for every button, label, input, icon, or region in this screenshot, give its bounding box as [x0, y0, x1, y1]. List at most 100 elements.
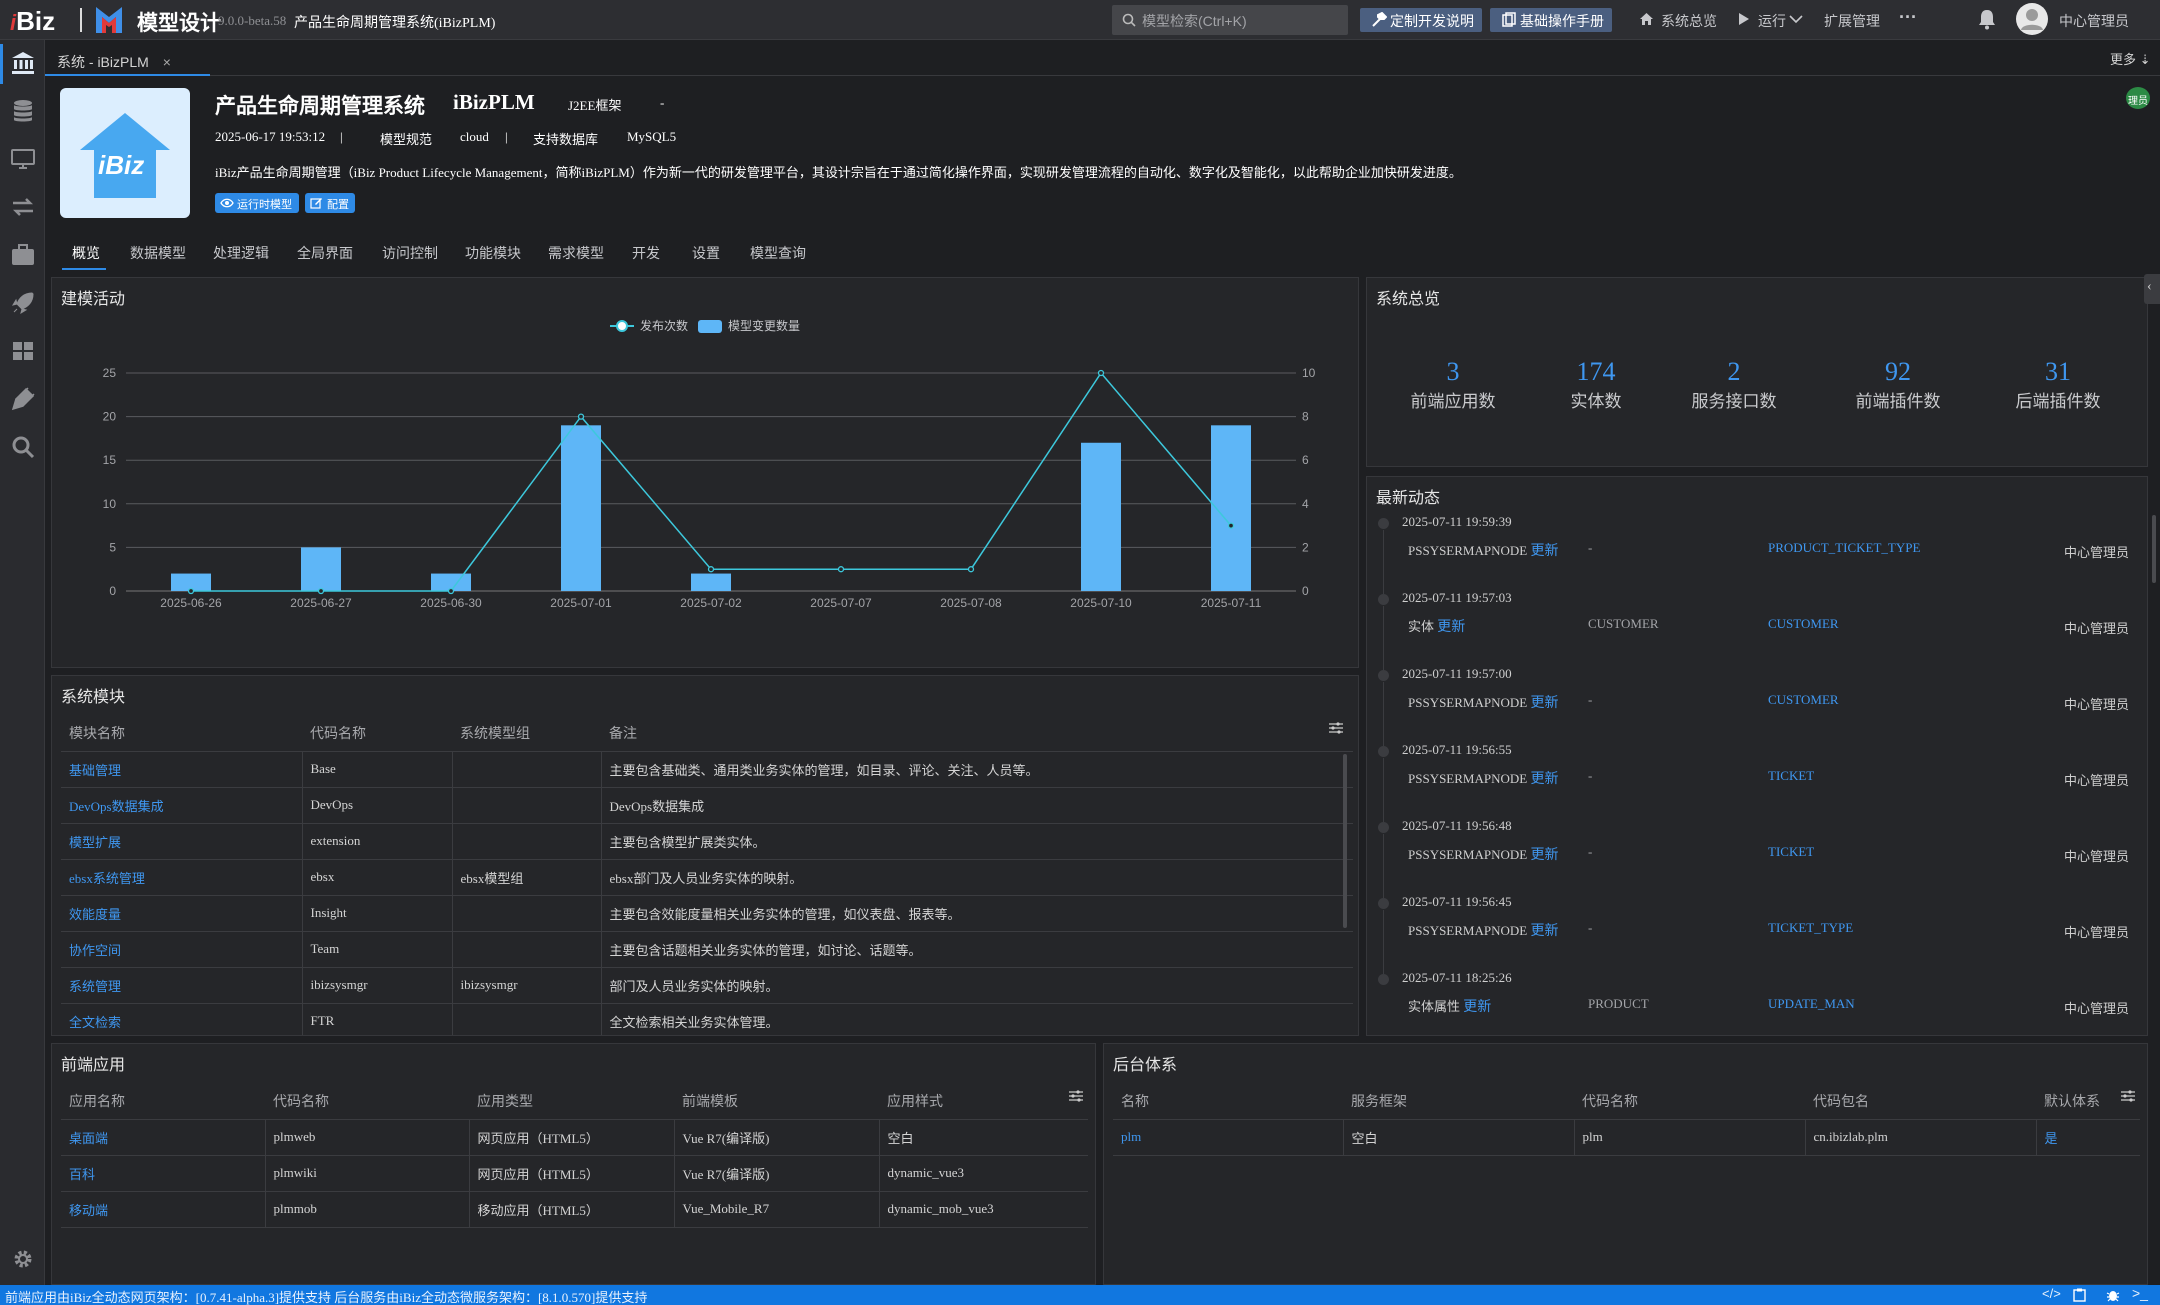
feed-object-link[interactable]: CUSTOMER — [1768, 692, 1839, 708]
column-header[interactable]: 代码名称 — [1574, 1083, 1805, 1120]
sync-icon[interactable] — [10, 194, 36, 220]
line-point[interactable] — [447, 587, 455, 595]
table-settings-icon[interactable] — [2121, 1090, 2135, 1102]
table-row[interactable]: 百科 plmwiki 网页应用（HTML5） Vue R7(编译版) dynamic_v… — [61, 1155, 1088, 1192]
table-row[interactable]: plm 空白 plm cn.ibizlab.plm 是 — [1113, 1119, 2140, 1156]
chevron-down-icon[interactable] — [1789, 15, 1803, 24]
row-link[interactable]: 百科 — [61, 1155, 266, 1192]
bar[interactable] — [691, 573, 731, 591]
row-link[interactable]: 是 — [2036, 1119, 2140, 1156]
table-row[interactable]: 效能度量 Insight 主要包含效能度量相关业务实体的管理，如仪表盘、报表等。 — [61, 895, 1353, 932]
row-link[interactable]: 系统管理 — [61, 967, 303, 1004]
feed-action-link[interactable]: 更新 — [1530, 846, 1558, 862]
stat-item[interactable]: 92 前端插件数 — [1823, 357, 1973, 412]
code-icon[interactable]: </> — [2042, 1286, 2061, 1301]
line-point[interactable] — [317, 587, 325, 595]
runtime-model-button[interactable]: 运行时模型 — [215, 193, 299, 213]
row-link[interactable]: plm — [1113, 1119, 1344, 1156]
line-point[interactable] — [967, 566, 975, 573]
plug-icon[interactable] — [10, 386, 36, 412]
feed-object-link[interactable]: TICKET_TYPE — [1768, 920, 1853, 936]
row-link[interactable]: 移动端 — [61, 1191, 266, 1228]
line-point[interactable] — [1227, 522, 1235, 529]
line-point[interactable] — [837, 566, 845, 573]
search-icon[interactable] — [10, 434, 36, 460]
feed-object-link[interactable]: TICKET — [1768, 768, 1814, 784]
feed-object-link[interactable]: TICKET — [1768, 844, 1814, 860]
bank-icon[interactable] — [10, 50, 36, 76]
user-name[interactable]: 中心管理员 — [2059, 11, 2129, 31]
tab-3[interactable]: 全局界面 — [297, 243, 353, 263]
table-row[interactable]: 移动端 plmmob 移动应用（HTML5） Vue_Mobile_R7 dynamic… — [61, 1191, 1088, 1228]
clipboard-icon[interactable] — [2073, 1288, 2086, 1302]
line-point[interactable] — [577, 413, 585, 420]
avatar[interactable] — [2016, 3, 2048, 35]
feed-action-link[interactable]: 更新 — [1463, 998, 1491, 1014]
line-point[interactable] — [707, 566, 715, 573]
bar[interactable] — [1081, 442, 1121, 591]
role-badge[interactable]: 理员 — [2126, 87, 2150, 109]
column-header[interactable]: 应用名称 — [61, 1083, 265, 1120]
custom-dev-button[interactable]: 定制开发说明 — [1360, 8, 1482, 32]
tab-4[interactable]: 访问控制 — [382, 243, 438, 263]
bar[interactable] — [561, 425, 601, 591]
feed-scrollbar[interactable] — [2152, 515, 2156, 583]
row-link[interactable]: 协作空间 — [61, 931, 303, 968]
table-row[interactable]: 桌面端 plmweb 网页应用（HTML5） Vue R7(编译版) 空白 — [61, 1119, 1088, 1156]
legend-label[interactable]: 模型变更数量 — [728, 318, 800, 333]
tab-1[interactable]: 数据模型 — [130, 243, 186, 263]
row-link[interactable]: DevOps数据集成 — [61, 787, 303, 824]
column-header[interactable]: 名称 — [1113, 1083, 1343, 1120]
stat-item[interactable]: 174 实体数 — [1521, 357, 1671, 412]
row-link[interactable]: ebsx系统管理 — [61, 859, 303, 896]
table-row[interactable]: 系统管理 ibizsysmgr ibizsysmgr 部门及人员业务实体的映射。 — [61, 967, 1353, 1004]
feed-object-link[interactable]: UPDATE_MAN — [1768, 996, 1855, 1012]
column-header[interactable]: 系统模型组 — [452, 715, 601, 752]
collapse-panel-button[interactable]: ‹ — [2144, 274, 2160, 304]
gear-icon[interactable] — [12, 1248, 34, 1270]
table-settings-icon[interactable] — [1329, 722, 1343, 734]
row-link[interactable]: 模型扩展 — [61, 823, 303, 860]
run-menu[interactable]: 运行 — [1758, 11, 1786, 31]
column-header[interactable]: 代码名称 — [302, 715, 452, 752]
table-row[interactable]: 全文检索 FTR 全文检索相关业务实体管理。 — [61, 1003, 1353, 1035]
table-row[interactable]: ebsx系统管理 ebsx ebsx模型组 ebsx部门及人员业务实体的映射。 — [61, 859, 1353, 896]
tab-9[interactable]: 模型查询 — [750, 243, 806, 263]
tab-2[interactable]: 处理逻辑 — [213, 243, 269, 263]
monitor-icon[interactable] — [10, 146, 36, 172]
row-link[interactable]: 全文检索 — [61, 1003, 303, 1035]
manual-button[interactable]: 基础操作手册 — [1490, 8, 1612, 32]
row-link[interactable]: 桌面端 — [61, 1119, 266, 1156]
tab-system[interactable]: 系统 - iBizPLM × — [45, 40, 210, 76]
column-header[interactable]: 代码名称 — [265, 1083, 469, 1120]
tab-0[interactable]: 概览 — [72, 243, 100, 263]
stat-item[interactable]: 31 后端插件数 — [1983, 357, 2133, 412]
terminal-icon[interactable]: >_ — [2132, 1285, 2148, 1301]
tab-7[interactable]: 开发 — [632, 243, 660, 263]
line-point[interactable] — [1097, 369, 1105, 377]
feed-object-link[interactable]: PRODUCT_TICKET_TYPE — [1768, 540, 1920, 556]
system-overview-link[interactable]: 系统总览 — [1661, 11, 1717, 31]
feed-action-link[interactable]: 更新 — [1530, 922, 1558, 938]
column-header[interactable]: 模块名称 — [61, 715, 302, 752]
bug-icon[interactable] — [2106, 1288, 2120, 1302]
table-settings-icon[interactable] — [1069, 1090, 1083, 1102]
table-row[interactable]: 协作空间 Team 主要包含话题相关业务实体的管理，如讨论、话题等。 — [61, 931, 1353, 968]
column-header[interactable]: 应用样式 — [879, 1083, 1088, 1120]
feed-object-link[interactable]: CUSTOMER — [1768, 616, 1839, 632]
briefcase-icon[interactable] — [10, 242, 36, 268]
more-menu[interactable]: ··· — [1899, 7, 1917, 28]
table-row[interactable]: 模型扩展 extension 主要包含模型扩展类实体。 — [61, 823, 1353, 860]
row-link[interactable]: 基础管理 — [61, 751, 303, 788]
column-header[interactable]: 代码包名 — [1805, 1083, 2036, 1120]
rocket-icon[interactable] — [10, 290, 36, 316]
row-link[interactable]: 效能度量 — [61, 895, 303, 932]
brand-logo[interactable]: iBiz — [10, 6, 55, 37]
tab-6[interactable]: 需求模型 — [548, 243, 604, 263]
database-icon[interactable] — [10, 98, 36, 124]
tab-8[interactable]: 设置 — [692, 243, 720, 263]
column-header[interactable]: 应用类型 — [469, 1083, 674, 1120]
column-header[interactable]: 前端模板 — [674, 1083, 879, 1120]
feed-action-link[interactable]: 更新 — [1530, 770, 1558, 786]
grid-icon[interactable] — [10, 338, 36, 364]
